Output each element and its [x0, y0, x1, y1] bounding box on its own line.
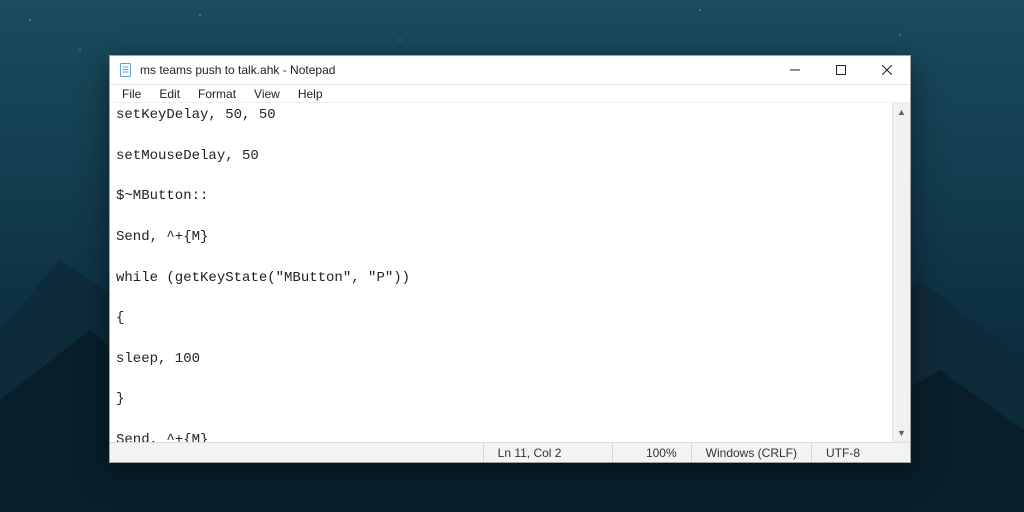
menu-edit[interactable]: Edit: [151, 86, 188, 102]
menubar: File Edit Format View Help: [110, 85, 910, 103]
scroll-track[interactable]: [893, 120, 910, 425]
close-icon: [882, 65, 892, 75]
window-title: ms teams push to talk.ahk - Notepad: [140, 63, 335, 77]
editor-area: setKeyDelay, 50, 50 setMouseDelay, 50 $~…: [110, 103, 910, 442]
maximize-button[interactable]: [818, 56, 864, 84]
status-encoding: UTF-8: [811, 443, 910, 462]
notepad-window: ms teams push to talk.ahk - Notepad File…: [109, 55, 911, 463]
scroll-up-icon[interactable]: ▲: [893, 103, 910, 120]
menu-help[interactable]: Help: [290, 86, 331, 102]
maximize-icon: [836, 65, 846, 75]
status-zoom: 100%: [612, 443, 691, 462]
scroll-down-icon[interactable]: ▼: [893, 425, 910, 442]
vertical-scrollbar[interactable]: ▲ ▼: [892, 103, 910, 442]
minimize-icon: [790, 65, 800, 75]
menu-file[interactable]: File: [114, 86, 149, 102]
status-cursor: Ln 11, Col 2: [483, 443, 612, 462]
statusbar: Ln 11, Col 2 100% Windows (CRLF) UTF-8: [110, 442, 910, 462]
notepad-icon: [118, 62, 134, 78]
close-button[interactable]: [864, 56, 910, 84]
status-line-ending: Windows (CRLF): [691, 443, 811, 462]
minimize-button[interactable]: [772, 56, 818, 84]
menu-view[interactable]: View: [246, 86, 288, 102]
desktop-background: ms teams push to talk.ahk - Notepad File…: [0, 0, 1024, 512]
text-editor[interactable]: setKeyDelay, 50, 50 setMouseDelay, 50 $~…: [110, 103, 892, 442]
menu-format[interactable]: Format: [190, 86, 244, 102]
titlebar[interactable]: ms teams push to talk.ahk - Notepad: [110, 56, 910, 85]
